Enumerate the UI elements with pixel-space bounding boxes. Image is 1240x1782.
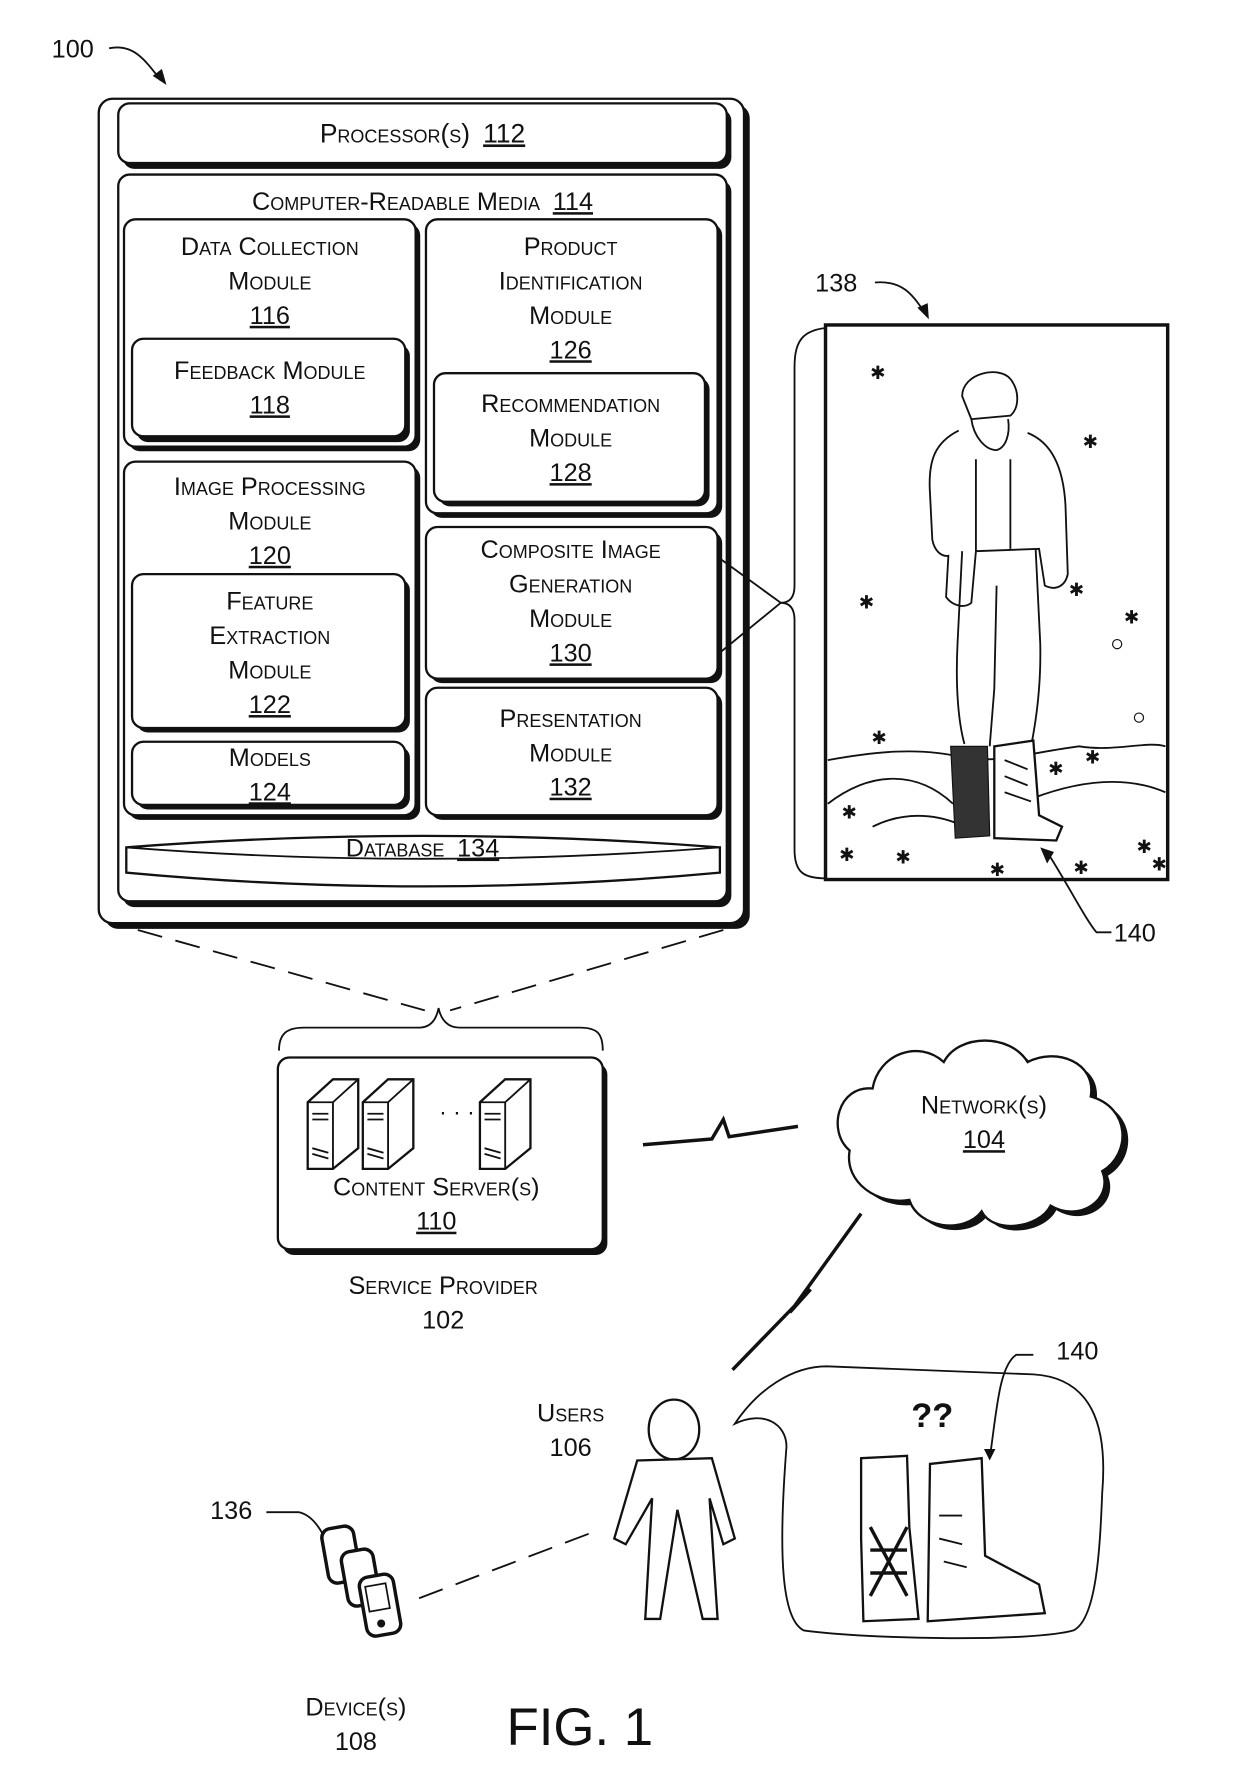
ref-100-label: 100 [52, 35, 94, 63]
network-ref: 104 [963, 1126, 1005, 1154]
network-label: Network(s) [921, 1092, 1047, 1120]
processor-label: Processor(s) [320, 118, 470, 148]
recommendation-module: Recommendation Module 128 [432, 372, 710, 507]
svg-text:✱: ✱ [1152, 854, 1167, 875]
network-cloud: Network(s) 104 [836, 1039, 1129, 1231]
processor-ref: 112 [483, 118, 525, 148]
svg-text:✱: ✱ [896, 847, 911, 868]
product-identification-line3: Module [529, 302, 612, 330]
ref-138-leader [874, 281, 926, 313]
feedback-ref: 118 [250, 391, 290, 419]
presentation-line1: Presentation [500, 705, 642, 733]
content-servers-ref: 110 [416, 1208, 456, 1236]
composite-image-module: Composite Image Generation Module 130 [424, 525, 723, 684]
svg-text:✱: ✱ [839, 845, 854, 866]
models-ref: 124 [249, 778, 291, 806]
svg-text:✱: ✱ [871, 728, 886, 749]
image-processing-line2: Module [228, 507, 311, 535]
content-servers-box: · · · Content Server(s) 110 [276, 1056, 608, 1255]
svg-text:✱: ✱ [1069, 580, 1084, 601]
patent-figure: 100 Processor(s) 112 Computer-Readable M… [52, 35, 1170, 1757]
svg-text:Computer-Readable Media: Computer-Readable Media 114 [252, 188, 593, 216]
users-ref: 106 [550, 1434, 592, 1462]
product-identification-line2: Identification [499, 267, 643, 295]
servers-ellipsis: · · · [439, 1098, 475, 1124]
image-processing-ref: 120 [249, 542, 291, 570]
devices-ref: 108 [335, 1728, 377, 1756]
svg-text:Processor(s) 112: Processor(s) 112 [320, 118, 525, 148]
data-collection-line1: Data Collection [181, 233, 359, 261]
mobile-device-icon [320, 1524, 403, 1638]
feature-extraction-line3: Module [228, 657, 311, 685]
composite-image-frame: ✱✱✱ ✱✱✱ ✱✱✱ ✱ ✱✱ ✱✱✱ [823, 323, 1170, 882]
image-processing-line1: Image Processing [174, 473, 366, 501]
database-label: Database [346, 835, 445, 863]
database-ref: 134 [457, 835, 499, 863]
database-cylinder: Database 134 [125, 835, 722, 888]
feature-extraction-line2: Extraction [209, 622, 330, 650]
svg-text:✱: ✱ [1124, 607, 1139, 628]
product-identification-line1: Product [524, 233, 618, 261]
crm-label: Computer-Readable Media [252, 188, 540, 216]
composite-image-line3: Module [529, 605, 612, 633]
ref-100-leader [108, 46, 162, 81]
devices-label: Device(s) [305, 1693, 406, 1721]
recommendation-line2: Module [529, 425, 612, 453]
wireless-link-icon [642, 1115, 799, 1147]
feature-extraction-module: Feature Extraction Module 122 [130, 572, 410, 733]
svg-text:✱: ✱ [990, 860, 1005, 881]
service-provider-label: Service Provider [348, 1272, 537, 1300]
feedback-line1: Feedback Module [174, 357, 366, 385]
ref-140-label-2: 140 [1056, 1337, 1098, 1365]
composite-image-ref: 130 [550, 639, 592, 667]
svg-text:✱: ✱ [842, 803, 857, 824]
presentation-line2: Module [529, 739, 612, 767]
crm-ref: 114 [553, 188, 593, 216]
svg-text:✱: ✱ [1085, 748, 1100, 769]
ref-138-label: 138 [815, 270, 857, 298]
data-collection-ref: 116 [250, 302, 290, 330]
users-label: Users [537, 1399, 604, 1427]
detail-dashed-line-left [137, 929, 426, 1012]
composite-image-line2: Generation [509, 570, 632, 598]
service-provider-brace [278, 1007, 604, 1051]
feature-extraction-ref: 122 [249, 691, 291, 719]
svg-text:✱: ✱ [1083, 432, 1098, 453]
svg-text:✱: ✱ [1074, 858, 1089, 879]
composite-image-line1: Composite Image [480, 536, 660, 564]
ref-136-label: 136 [210, 1497, 252, 1525]
svg-text:✱: ✱ [859, 593, 874, 614]
user-person-icon [612, 1398, 737, 1621]
data-collection-line2: Module [228, 267, 311, 295]
question-marks: ?? [911, 1397, 953, 1435]
svg-text:✱: ✱ [870, 363, 885, 384]
models-module: Models 124 [130, 740, 410, 810]
svg-text:✱: ✱ [1137, 837, 1152, 858]
recommendation-ref: 128 [550, 459, 592, 487]
user-device-dashed-line [418, 1531, 592, 1600]
figure-title: FIG. 1 [506, 1698, 653, 1757]
service-provider-ref: 102 [422, 1306, 464, 1334]
wireless-link-icon [731, 1212, 863, 1371]
presentation-module: Presentation Module 132 [424, 686, 723, 820]
models-line1: Models [229, 744, 311, 772]
presentation-ref: 132 [550, 774, 592, 802]
processor-box: Processor(s) 112 [117, 102, 732, 169]
feedback-module: Feedback Module 118 [130, 337, 410, 443]
recommendation-line1: Recommendation [481, 390, 660, 418]
product-identification-ref: 126 [550, 336, 592, 364]
svg-text:✱: ✱ [1048, 759, 1063, 780]
content-servers-label: Content Server(s) [333, 1173, 540, 1201]
feature-extraction-line1: Feature [226, 588, 313, 616]
svg-text:Database 134: Database 134 [346, 835, 499, 863]
thought-bubble: ?? [732, 1353, 1105, 1640]
detail-dashed-line-right [449, 929, 724, 1012]
ref-140-label: 140 [1114, 920, 1156, 948]
